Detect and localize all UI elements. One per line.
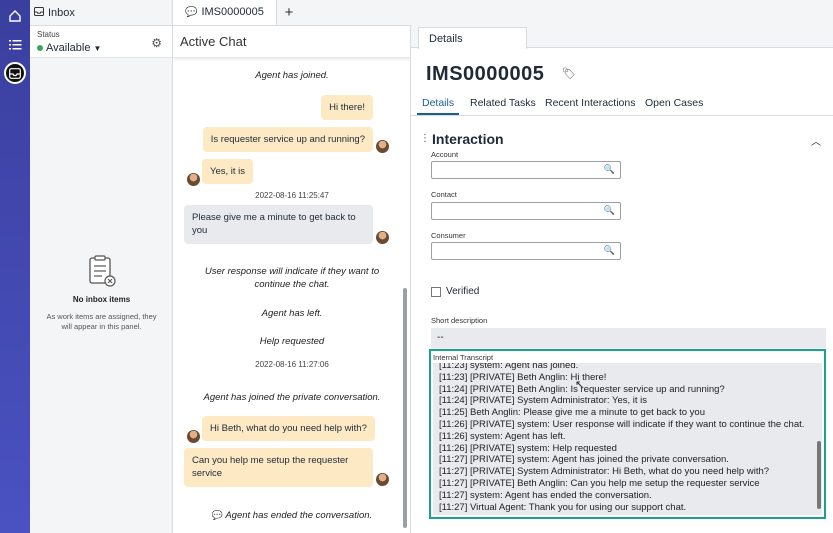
search-icon[interactable]: 🔍 [604,164,615,175]
list-icon[interactable] [5,34,25,54]
inbox-icon[interactable] [4,62,26,84]
subtab-open-cases[interactable]: Open Cases [645,97,703,109]
status-value: Available [46,42,91,54]
verified-checkbox[interactable] [431,287,441,297]
chat-system-message: Agent has left. [261,308,323,319]
chat-outgoing-message: Please give me a minute to get back to y… [184,205,373,244]
chat-system-message: Agent has joined the private conversatio… [203,392,381,403]
chat-ended-text: Agent has ended the conversation. [225,510,373,521]
agent-avatar [376,140,389,153]
contact-field[interactable]: 🔍 [431,202,621,220]
chat-outgoing-message: Is requester service up and running? [202,127,373,152]
tab-label: IMS0000005 [201,6,264,18]
gear-icon[interactable]: ⚙ [151,36,162,50]
transcript-line: [11:27] [PRIVATE] System Administrator: … [439,466,770,478]
inbox-empty-state: No inbox items As work items are assigne… [30,255,173,332]
chat-title: Active Chat [173,26,410,58]
details-header-strip: Details [411,0,833,49]
add-tab-button[interactable]: + [277,0,301,25]
transcript-line: [11:26] [PRIVATE] system: User response … [439,418,805,430]
chat-incoming-message: Hi Beth, what do you need help with? [202,416,375,441]
search-icon[interactable]: 🔍 [604,245,615,256]
left-nav-rail [0,0,30,533]
chat-ended-icon: 💬 [211,510,224,520]
consumer-field[interactable]: 🔍 [431,242,621,260]
agent-avatar [376,473,389,486]
section-title: Interaction [432,131,504,147]
requester-avatar [187,430,200,443]
consumer-label: Consumer [431,231,466,240]
tag-icon[interactable]: 🏷 [562,67,576,80]
transcript-line: [11:27] system: Agent has ended the conv… [439,489,652,501]
inbox-title: Inbox [48,6,75,19]
chat-bubble-icon: 💬 [185,6,198,18]
transcript-line: [11:23] system: Agent has joined. [439,363,579,371]
transcript-line: [11:27] [PRIVATE] Beth Anglin: Can you h… [439,477,760,489]
internal-transcript-highlight: Internal Transcript [11:23] system: Agen… [429,349,826,519]
record-number: IMS0000005 [426,63,545,85]
workspace-tabstrip: 💬 IMS0000005 + [173,0,411,26]
chat-system-message: 💬 Agent has ended the conversation. [181,509,403,522]
transcript-line: [11:23] [PRIVATE] Beth Anglin: Hi there! [439,371,607,383]
chat-outgoing-message: Hi there! [321,95,373,120]
chevron-up-icon[interactable]: ︿ [811,133,821,148]
chat-system-message: Help requested [259,336,325,347]
internal-transcript-label: Internal Transcript [433,353,494,362]
transcript-line: [11:27] [PRIVATE] system: Agent has join… [439,454,729,466]
inbox-tray-icon [34,6,44,19]
available-dot-icon [37,45,43,51]
transcript-line: [11:26] [PRIVATE] system: Help requested [439,442,617,454]
agent-status: Status Available ▼ ⚙ [30,26,172,58]
transcript-line: [11:25] Beth Anglin: Please give me a mi… [439,407,705,419]
agent-avatar [376,231,389,244]
contact-label: Contact [431,190,457,199]
inbox-panel: Inbox Status Available ▼ ⚙ No inbox item… [30,0,173,533]
short-description-label: Short description [431,316,488,325]
subtab-recent-interactions[interactable]: Recent Interactions [545,97,635,109]
tab-ims0000005[interactable]: 💬 IMS0000005 [173,0,277,25]
verified-label: Verified [446,286,480,297]
short-description-field: -- [431,328,826,348]
empty-title: No inbox items [72,295,131,304]
tab-details[interactable]: Details [418,27,527,49]
transcript-line: [11:24] [PRIVATE] System Administrator: … [439,395,648,407]
chat-system-message: Agent has joined. [255,70,329,81]
active-chat-panel: Active Chat Agent has joined. Hi there! … [173,26,411,533]
empty-clipboard-icon [88,255,116,287]
status-label: Status [37,30,60,39]
transcript-line: [11:26] system: Agent has left. [439,430,566,442]
chat-outgoing-message: Can you help me setup the requester serv… [184,448,373,487]
chat-timestamp: 2022-08-16 11:27:06 [255,360,329,369]
status-dropdown[interactable]: Available ▼ [37,42,166,54]
drag-handle-icon[interactable]: ⋮ [420,133,430,144]
internal-transcript-field[interactable]: [11:23] system: Agent has joined. [11:23… [433,363,822,515]
empty-text: As work items are assigned, they will ap… [46,312,157,331]
transcript-scrollbar[interactable] [817,441,821,509]
search-icon[interactable]: 🔍 [604,205,615,216]
chat-timestamp: 2022-08-16 11:25:47 [255,191,329,200]
account-field[interactable]: 🔍 [431,161,621,179]
caret-down-icon: ▼ [93,43,102,53]
inbox-header: Inbox [30,0,172,26]
subtab-details[interactable]: Details [416,97,460,115]
mouse-cursor-icon: ↖ [575,379,585,391]
subtab-related-tasks[interactable]: Related Tasks [470,97,536,109]
chat-scrollbar[interactable] [403,288,407,528]
chat-incoming-message: Yes, it is [202,159,254,184]
requester-avatar [187,173,200,186]
chat-system-message: User response will indicate if they want… [204,266,380,290]
record-subtabs: Details Related Tasks Recent Interaction… [411,96,833,116]
transcript-line: [11:27] Virtual Agent: Thank you for usi… [439,501,687,513]
account-label: Account [431,150,459,159]
home-icon[interactable] [5,6,25,26]
transcript-line: [11:24] [PRIVATE] Beth Anglin: Is reques… [439,383,725,395]
